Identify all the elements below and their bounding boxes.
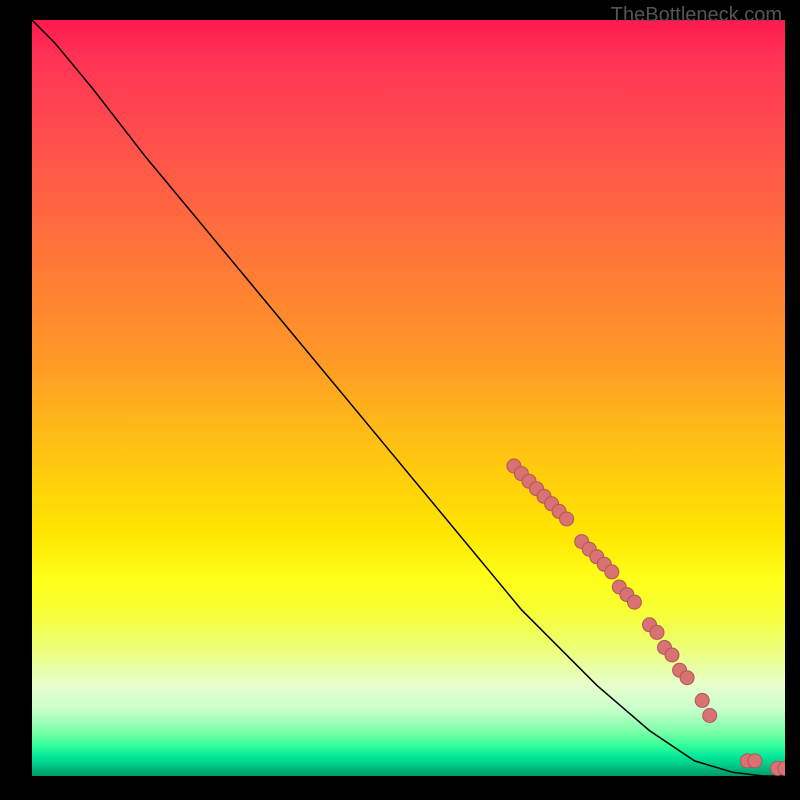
watermark-text: TheBottleneck.com <box>611 4 782 27</box>
curve-line <box>32 20 785 776</box>
data-point <box>605 565 619 579</box>
data-point <box>560 512 574 526</box>
chart-svg <box>32 20 785 776</box>
data-point <box>748 754 762 768</box>
data-point <box>703 709 717 723</box>
data-point <box>695 693 709 707</box>
data-point <box>665 648 679 662</box>
data-point <box>680 671 694 685</box>
data-point <box>650 625 664 639</box>
data-point <box>627 595 641 609</box>
